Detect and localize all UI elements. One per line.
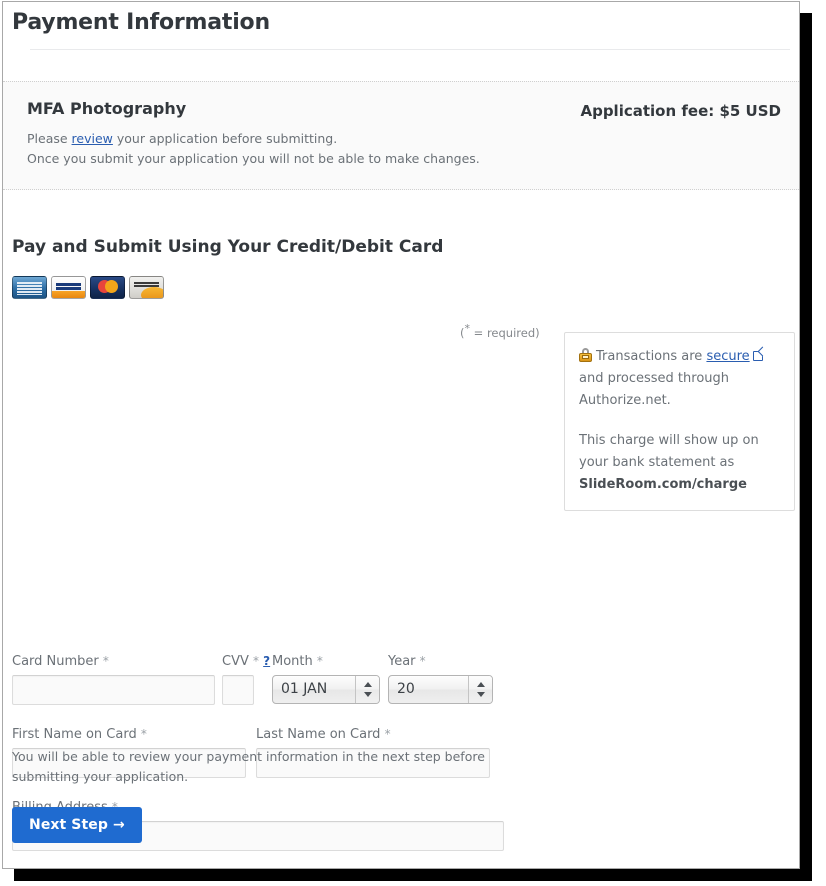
card-number-label: Card Number * <box>12 654 217 669</box>
year-label-text: Year <box>388 654 416 669</box>
accepted-cards <box>3 257 799 299</box>
month-required: * <box>316 654 323 668</box>
discover-card-icon <box>129 276 164 299</box>
application-fee: Application fee: $5 USD <box>580 102 781 120</box>
cvv-field: CVV * ? <box>222 654 272 705</box>
year-select[interactable]: 20 <box>388 675 493 704</box>
cvv-help-link[interactable]: ? <box>263 654 270 668</box>
review-notice: Please review your application before su… <box>27 129 781 149</box>
secure-text-line3: Authorize.net. <box>579 393 671 408</box>
year-required: * <box>419 654 426 668</box>
card-number-field: Card Number * <box>12 654 217 705</box>
review-footnote: You will be able to review your payment … <box>12 749 485 784</box>
statement-line1: This charge will show up on <box>579 433 759 448</box>
card-number-required: * <box>102 654 109 668</box>
bank-statement-descriptor: SlideRoom.com/charge <box>579 477 747 492</box>
secure-text-prefix: Transactions are <box>596 349 707 364</box>
next-step-button[interactable]: Next Step → <box>12 807 142 843</box>
title-divider <box>30 49 790 50</box>
first-name-label: First Name on Card * <box>12 727 246 742</box>
card-number-input[interactable] <box>12 675 215 705</box>
statement-paragraph: This charge will show up on your bank st… <box>579 430 780 496</box>
lock-icon <box>579 348 592 362</box>
secure-text-line2: and processed through <box>579 371 730 386</box>
review-application-link[interactable]: review <box>72 131 113 146</box>
amex-card-icon <box>12 276 47 299</box>
cvv-input[interactable] <box>222 675 254 705</box>
year-label: Year * <box>388 654 493 669</box>
no-changes-notice: Once you submit your application you wil… <box>27 151 480 166</box>
page-title: Payment Information <box>12 10 270 35</box>
first-name-required: * <box>140 727 147 741</box>
external-link-icon[interactable] <box>752 349 765 361</box>
page-frame: Payment Information Application fee: $5 … <box>2 1 800 869</box>
last-name-required: * <box>384 727 391 741</box>
review-notice-prefix: Please <box>27 131 72 146</box>
year-select-value: 20 <box>397 681 415 697</box>
secure-transactions-box: Transactions are secure and processed th… <box>564 332 795 511</box>
cvv-label: CVV * ? <box>222 654 272 669</box>
month-field: Month * 01 JAN <box>272 654 380 704</box>
month-label: Month * <box>272 654 380 669</box>
cvv-label-text: CVV <box>222 654 249 669</box>
card-number-label-text: Card Number <box>12 654 99 669</box>
year-field: Year * 20 <box>388 654 493 704</box>
required-legend-text: = required) <box>470 325 540 340</box>
section-heading: Pay and Submit Using Your Credit/Debit C… <box>12 237 444 257</box>
last-name-label: Last Name on Card * <box>256 727 490 742</box>
month-label-text: Month <box>272 654 313 669</box>
visa-card-icon <box>51 276 86 299</box>
review-notice-suffix: your application before submitting. <box>112 131 338 146</box>
statement-line2: your bank statement as <box>579 455 735 470</box>
secure-link[interactable]: secure <box>706 349 749 364</box>
secure-paragraph: Transactions are secure and processed th… <box>579 346 780 412</box>
month-select-spinner-icon[interactable] <box>355 676 379 703</box>
first-name-label-text: First Name on Card <box>12 727 137 742</box>
last-name-label-text: Last Name on Card <box>256 727 381 742</box>
required-legend: (* = required) <box>460 322 540 340</box>
month-select-value: 01 JAN <box>281 681 328 697</box>
month-select[interactable]: 01 JAN <box>272 675 380 704</box>
year-select-spinner-icon[interactable] <box>468 676 492 703</box>
cvv-required: * <box>253 654 260 668</box>
form-footer: You will be able to review your payment … <box>3 747 799 843</box>
mastercard-card-icon <box>90 276 125 299</box>
application-summary-banner: Application fee: $5 USD MFA Photography … <box>3 81 799 190</box>
